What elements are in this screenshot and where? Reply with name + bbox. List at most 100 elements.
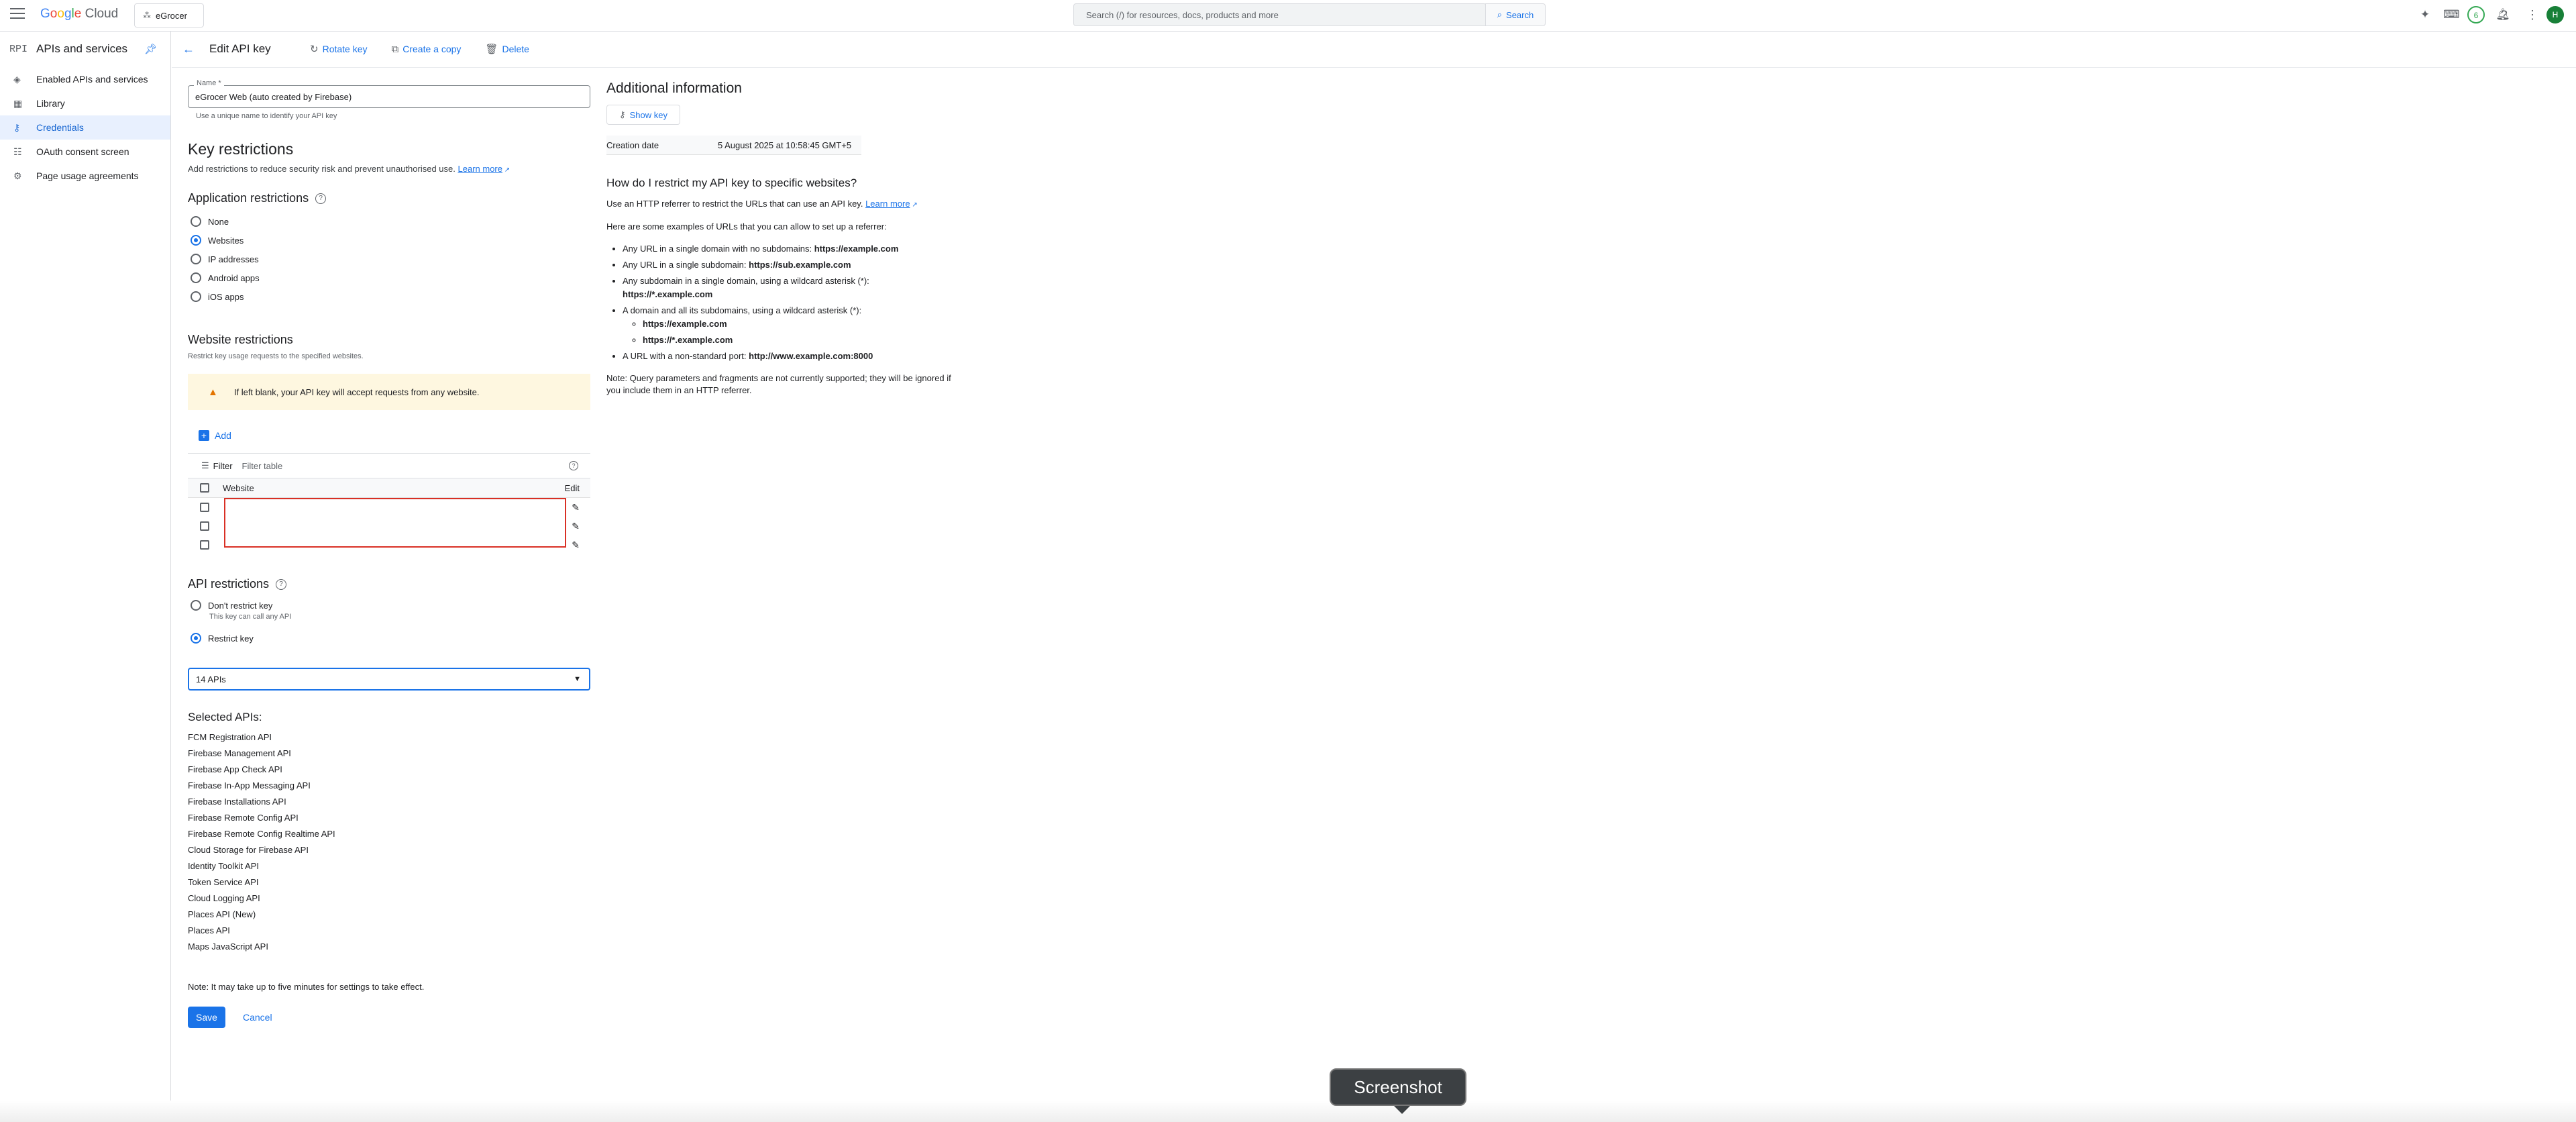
back-arrow-icon[interactable]: ← — [182, 42, 209, 56]
example-url: https://*.example.com — [643, 335, 733, 345]
sidebar-item-library[interactable]: ▦ Library — [0, 91, 170, 115]
help-icon[interactable]: ? — [315, 193, 327, 204]
radio-ios-apps[interactable]: iOS apps — [188, 287, 590, 306]
pin-icon[interactable]: 📌︎ — [144, 43, 157, 55]
website-input[interactable] — [224, 498, 566, 548]
key-restrictions-description: Add restrictions to reduce security risk… — [188, 164, 590, 174]
dont-restrict-sub: This key can call any API — [209, 613, 292, 621]
row-checkbox[interactable] — [200, 503, 209, 512]
sidebar: RPI APIs and services 📌︎ ◈ Enabled APIs … — [0, 31, 171, 1122]
dropdown-caret-icon: ▼ — [574, 675, 581, 683]
help-icon[interactable]: ? — [276, 578, 287, 590]
edit-icon[interactable]: ✎ — [572, 521, 580, 532]
edit-icon[interactable]: ✎ — [572, 540, 580, 551]
radio-button[interactable] — [191, 254, 201, 264]
search-icon: ⌕ — [1497, 9, 1503, 19]
learn-more-link[interactable]: Learn more — [865, 199, 910, 209]
filter-input[interactable]: Filter table — [242, 461, 283, 471]
learn-more-link[interactable]: Learn more — [458, 164, 502, 174]
radio-button[interactable] — [191, 633, 201, 644]
add-website-button[interactable]: + Add — [199, 430, 590, 441]
additional-info-panel: Additional information ⚷ Show key Creati… — [606, 74, 955, 406]
radio-button[interactable] — [191, 272, 201, 283]
project-picker-button[interactable]: ⁂ eGrocer — [134, 3, 204, 28]
api-logo-icon: RPI — [9, 43, 28, 55]
example-text: Any subdomain in a single domain, using … — [623, 276, 869, 286]
notifications-badge[interactable]: 6 — [2467, 6, 2485, 23]
howto-paragraph: Use an HTTP referrer to restrict the URL… — [606, 198, 955, 211]
list-item: Cloud Storage for Firebase API — [188, 845, 309, 855]
column-edit: Edit — [564, 482, 580, 493]
show-key-button[interactable]: ⚷ Show key — [606, 105, 680, 125]
search-input[interactable]: Search (/) for resources, docs, products… — [1073, 3, 1487, 26]
sidebar-item-page-usage[interactable]: ⚙ Page usage agreements — [0, 164, 170, 188]
screenshot-tooltip: Screenshot — [1330, 1068, 1466, 1114]
list-item: Any subdomain in a single domain, using … — [623, 274, 955, 301]
list-item: Firebase Remote Config Realtime API — [188, 829, 335, 839]
sidebar-item-oauth[interactable]: ☷ OAuth consent screen — [0, 140, 170, 164]
list-item: Places API — [188, 925, 230, 935]
list-item: Firebase App Check API — [188, 764, 282, 774]
sidebar-header: RPI APIs and services 📌︎ — [0, 31, 170, 67]
list-item: Firebase Remote Config API — [188, 813, 299, 823]
select-all-checkbox[interactable] — [200, 483, 209, 493]
save-button[interactable]: Save — [188, 1007, 225, 1028]
avatar[interactable]: H — [2546, 6, 2564, 23]
rotate-key-label: Rotate key — [322, 44, 368, 54]
warning-icon: ▲ — [208, 386, 218, 398]
menu-icon[interactable] — [10, 8, 25, 20]
radio-button[interactable] — [191, 600, 201, 611]
api-select-dropdown[interactable]: 14 APIs ▼ — [188, 668, 590, 691]
radio-none[interactable]: None — [188, 212, 590, 231]
sidebar-item-credentials[interactable]: ⚷ Credentials — [0, 115, 170, 140]
gemini-icon[interactable]: ✦ — [2418, 7, 2432, 22]
row-checkbox[interactable] — [200, 521, 209, 531]
sidebar-title[interactable]: APIs and services — [36, 42, 127, 56]
list-item: Identity Toolkit API — [188, 861, 259, 871]
column-website: Website — [223, 482, 254, 493]
google-cloud-logo[interactable]: Google Cloud — [40, 7, 118, 21]
library-icon: ▦ — [13, 97, 23, 109]
nested-list: https://example.com https://*.example.co… — [623, 317, 955, 347]
help-icon[interactable]: ? — [2497, 7, 2512, 22]
edit-icon[interactable]: ✎ — [572, 502, 580, 513]
howto-text: Use an HTTP referrer to restrict the URL… — [606, 199, 863, 209]
radio-ip-addresses[interactable]: IP addresses — [188, 250, 590, 268]
sidebar-item-enabled-apis[interactable]: ◈ Enabled APIs and services — [0, 67, 170, 91]
radio-button[interactable] — [191, 235, 201, 246]
selected-apis-title: Selected APIs: — [188, 711, 262, 723]
radio-button[interactable] — [191, 291, 201, 302]
api-restrictions-heading: API restrictions ? — [188, 577, 590, 591]
list-item: A URL with a non-standard port: http://w… — [623, 350, 955, 363]
sidebar-item-label: Enabled APIs and services — [36, 74, 148, 85]
examples-intro: Here are some examples of URLs that you … — [606, 221, 887, 232]
rotate-key-button[interactable]: ↻ Rotate key — [310, 43, 368, 55]
more-vert-icon[interactable]: ⋮ — [2525, 7, 2540, 22]
add-icon: + — [199, 430, 209, 441]
sidebar-item-label: OAuth consent screen — [36, 146, 129, 157]
delete-button[interactable]: 🗑︎ Delete — [485, 43, 529, 55]
key-icon: ⚷ — [619, 109, 626, 119]
create-copy-label: Create a copy — [402, 44, 462, 54]
radio-dont-restrict[interactable]: Don't restrict key — [188, 598, 590, 613]
radio-websites[interactable]: Websites — [188, 231, 590, 250]
warning-banner: ▲ If left blank, your API key will accep… — [188, 374, 590, 410]
refresh-icon: ↻ — [310, 44, 319, 55]
key-restrictions-title: Key restrictions — [188, 140, 294, 158]
edit-form: Name * eGrocer Web (auto created by Fire… — [188, 74, 590, 1028]
example-text: A domain and all its subdomains, using a… — [623, 305, 862, 315]
column-help-icon[interactable]: ? — [569, 461, 578, 470]
cloud-shell-icon[interactable]: ⌨ — [2443, 7, 2460, 22]
list-item: Cloud Logging API — [188, 893, 260, 903]
cancel-button[interactable]: Cancel — [243, 1012, 272, 1023]
name-field[interactable]: Name * eGrocer Web (auto created by Fire… — [188, 79, 590, 108]
example-text: Any URL in a single domain with no subdo… — [623, 244, 812, 254]
page-title: Edit API key — [209, 42, 271, 55]
radio-restrict-key[interactable]: Restrict key — [188, 629, 590, 648]
search-button[interactable]: ⌕ Search — [1485, 3, 1546, 26]
example-url: https://example.com — [643, 319, 727, 329]
radio-android-apps[interactable]: Android apps — [188, 268, 590, 287]
row-checkbox[interactable] — [200, 540, 209, 550]
radio-button[interactable] — [191, 216, 201, 227]
create-copy-button[interactable]: ⧉ Create a copy — [392, 44, 462, 55]
